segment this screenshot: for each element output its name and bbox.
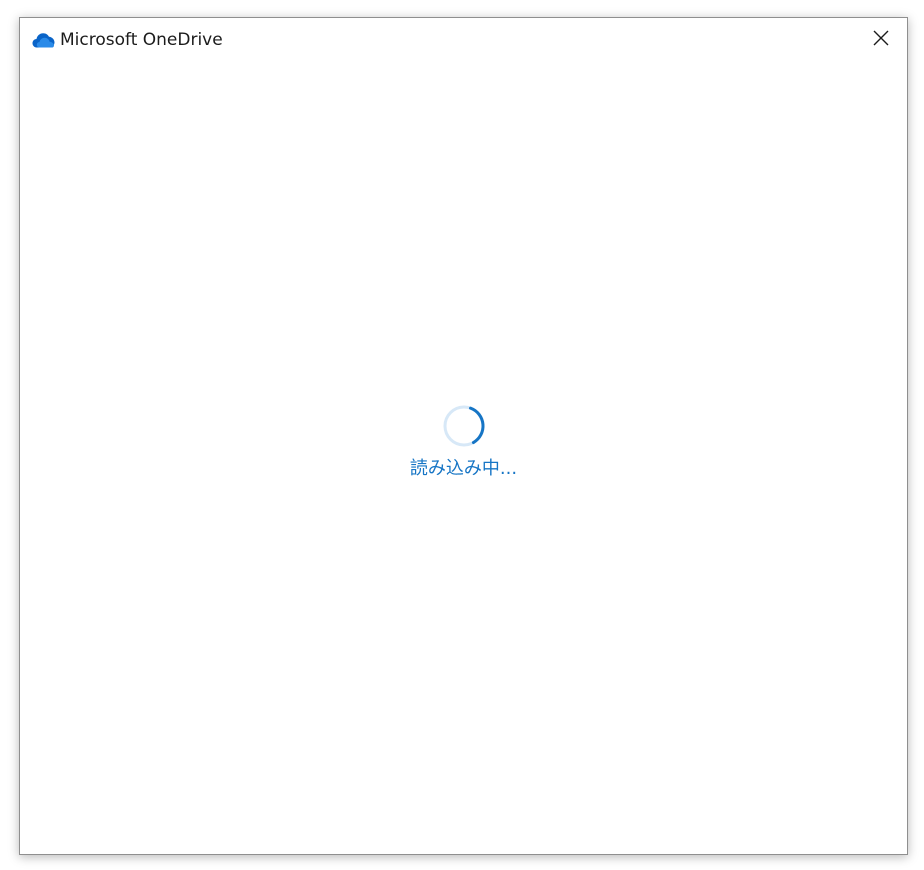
dialog-content: 読み込み中... [20, 64, 907, 854]
onedrive-dialog-window: Microsoft OneDrive 読み込み中... [19, 17, 908, 855]
close-button[interactable] [863, 24, 899, 56]
close-icon [873, 30, 889, 50]
title-bar[interactable]: Microsoft OneDrive [20, 18, 907, 64]
loading-spinner-icon [442, 404, 486, 448]
window-title: Microsoft OneDrive [60, 30, 223, 50]
loading-text: 読み込み中... [409, 458, 518, 479]
onedrive-cloud-icon [32, 32, 55, 48]
desktop: Microsoft OneDrive 読み込み中... [0, 0, 924, 870]
loading-indicator: 読み込み中... [20, 404, 907, 480]
